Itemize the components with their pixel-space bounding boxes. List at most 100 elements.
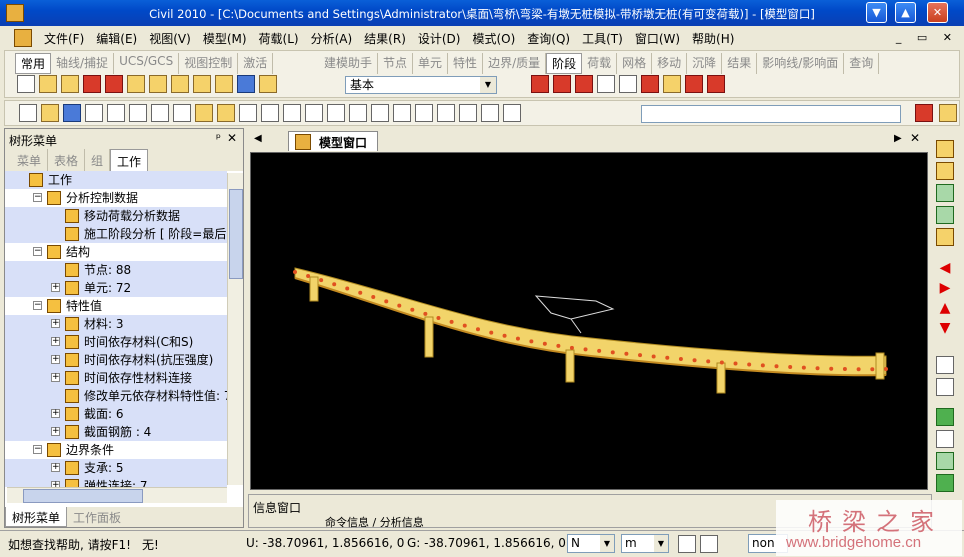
node-marker[interactable] [788,364,793,369]
node-marker[interactable] [733,361,738,366]
node-marker[interactable] [692,358,697,363]
chevron-down-icon[interactable]: ▼ [600,535,614,552]
activate-icon[interactable] [105,75,123,93]
curve-icon[interactable] [707,75,725,93]
property-select[interactable] [641,105,901,123]
new-file-icon[interactable] [19,104,37,122]
node-marker[interactable] [842,367,847,372]
document-icon[interactable] [14,29,32,47]
beam-icon[interactable] [283,104,301,122]
menu-analysis[interactable]: 分析(A) [305,30,359,47]
node-marker[interactable] [436,315,441,320]
menu-model[interactable]: 模型(M) [197,30,253,47]
tree-node[interactable]: 施工阶段分析 [ 阶段=最后 ; [5,225,227,243]
tree-node[interactable]: + 材料: 3 [5,315,227,333]
menu-tools[interactable]: 工具(T) [576,30,629,47]
select-icon[interactable] [17,75,35,93]
node-marker[interactable] [332,282,337,287]
tree-node[interactable]: − 边界条件 [5,441,227,459]
close-icon[interactable]: ✕ [910,131,920,145]
tree-node[interactable]: − 结构 [5,243,227,261]
query-icon[interactable] [503,104,521,122]
node-marker[interactable] [345,286,350,291]
expand-icon[interactable]: + [51,319,60,328]
save-icon[interactable] [63,104,81,122]
node-marker[interactable] [665,355,670,360]
node-marker[interactable] [423,311,428,316]
node-marker[interactable] [719,360,724,365]
expand-icon[interactable]: + [51,409,60,418]
stage-graph-icon[interactable] [597,75,615,93]
tab-stage[interactable]: 阶段 [546,53,583,74]
menu-window[interactable]: 窗口(W) [629,30,686,47]
undo-icon[interactable] [107,104,125,122]
node-marker[interactable] [529,339,534,344]
tab-boundary[interactable]: 边界/质量 [483,53,547,74]
expand-icon[interactable]: + [51,463,60,472]
tab-load[interactable]: 荷载 [582,53,618,74]
node-marker[interactable] [569,345,574,350]
arrow-left-icon[interactable]: ◀ [936,260,954,278]
tab-scroll-left[interactable]: ◀ [254,133,262,144]
chevron-down-icon[interactable]: ▼ [480,77,496,93]
node-marker[interactable] [384,299,389,304]
view-top-icon[interactable] [936,452,954,470]
node-marker[interactable] [293,270,297,274]
collapse-icon[interactable]: − [33,301,42,310]
menu-edit[interactable]: 编辑(E) [90,30,143,47]
zoom-all-icon[interactable] [936,228,954,246]
grid-snap-icon[interactable] [171,75,189,93]
line-icon[interactable] [39,75,57,93]
collapse-icon[interactable]: − [33,247,42,256]
tree-node[interactable]: + 弹性连接: 7 [5,477,227,487]
tab-view-control[interactable]: 视图控制 [179,53,239,74]
arrow-up-icon[interactable]: ▲ [936,300,954,318]
tree-horizontal-scrollbar[interactable] [7,487,227,503]
tab-tree-menu[interactable]: 树形菜单 [5,507,68,527]
stage-prev-icon[interactable] [531,75,549,93]
rotate-icon[interactable] [371,104,389,122]
node-icon[interactable] [239,104,257,122]
expand-icon[interactable]: + [51,283,60,292]
model-viewport[interactable] [250,152,928,490]
tree-node[interactable]: + 截面钢筋 : 4 [5,423,227,441]
node-marker[interactable] [583,347,588,352]
node-marker[interactable] [462,323,467,328]
tree-node[interactable]: + 截面: 6 [5,405,227,423]
node-marker[interactable] [651,354,656,359]
scrollbar-thumb[interactable] [23,489,143,503]
node-marker[interactable] [556,343,561,348]
expand-icon[interactable]: + [51,355,60,364]
scrollbar-thumb[interactable] [229,189,243,279]
support-icon[interactable] [663,75,681,93]
length-unit-select[interactable]: m ▼ [621,534,669,553]
node-marker[interactable] [760,363,765,368]
node-marker[interactable] [774,364,779,369]
view-iso-icon[interactable] [936,474,954,492]
tab-settlement[interactable]: 沉降 [687,53,723,74]
delete-icon[interactable] [85,104,103,122]
zoom-window-icon[interactable] [936,140,954,158]
node-marker[interactable] [884,367,888,371]
solid-icon[interactable] [327,104,345,122]
box-select-icon[interactable] [83,75,101,93]
tree-node[interactable]: 移动荷载分析数据 [5,207,227,225]
tab-axis-snap[interactable]: 轴线/捕捉 [51,53,115,74]
tab-tables[interactable]: 表格 [48,149,86,171]
close-icon[interactable]: ✕ [227,131,237,145]
node-marker[interactable] [610,350,615,355]
tree-vertical-scrollbar[interactable] [227,173,243,485]
tree-node[interactable]: 节点: 88 [5,261,227,279]
view-front-icon[interactable] [936,408,954,426]
node-marker[interactable] [319,278,324,283]
tab-works[interactable]: 工作 [110,149,149,171]
minimize-button[interactable]: ▼ [866,2,887,23]
tab-element[interactable]: 单元 [413,53,449,74]
dynamic-view-icon[interactable] [259,75,277,93]
tab-task-pane[interactable]: 工作面板 [67,507,127,527]
pan-icon[interactable] [215,75,233,93]
tree-node[interactable]: + 时间依存材料(C和S) [5,333,227,351]
maximize-button[interactable]: ▲ [895,2,916,23]
node-marker[interactable] [706,359,711,364]
element-snap-icon[interactable] [149,75,167,93]
